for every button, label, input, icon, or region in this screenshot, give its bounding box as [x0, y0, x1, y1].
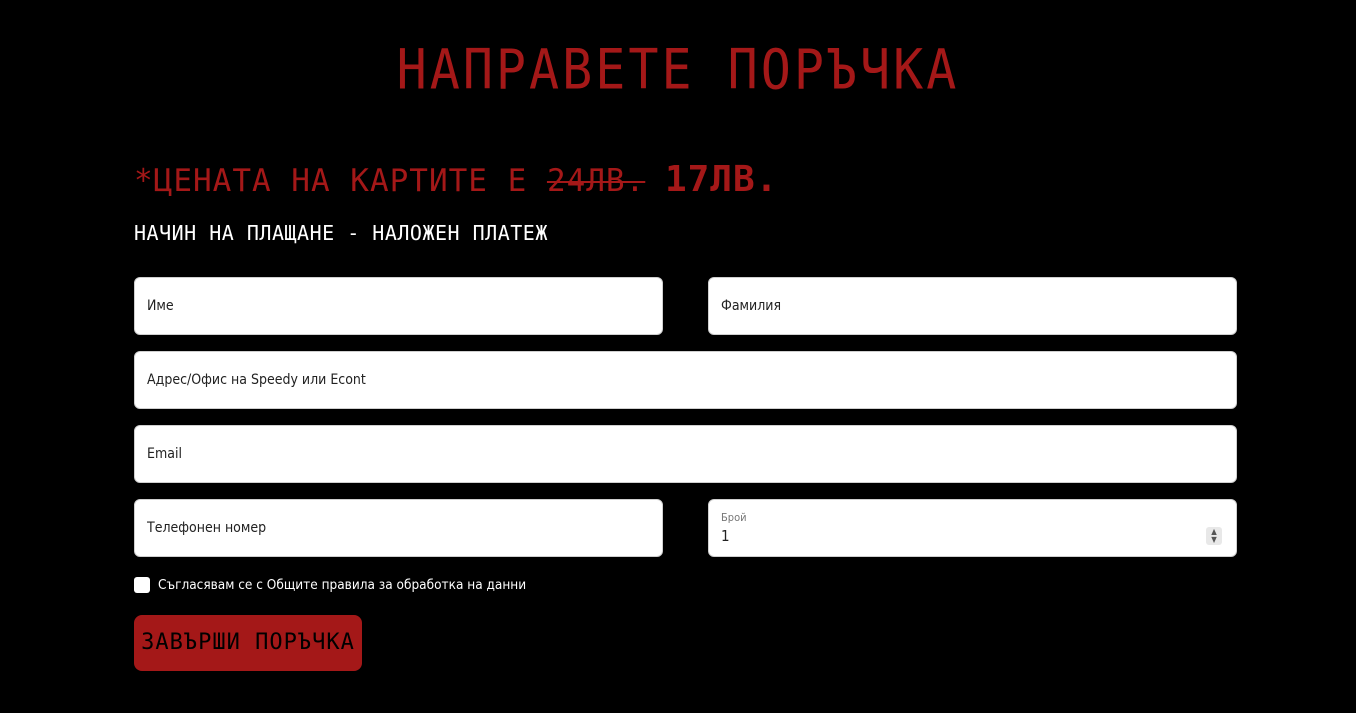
- quantity-stepper[interactable]: ▲ ▼: [1206, 527, 1222, 545]
- quantity-field[interactable]: Брой 1 ▲ ▼: [708, 499, 1237, 557]
- old-price: 24ЛВ.: [546, 163, 646, 199]
- phone-field: [134, 499, 663, 557]
- price-prefix: *ЦЕНАТА НА КАРТИТЕ Е: [134, 163, 547, 199]
- first-name-input[interactable]: [147, 278, 650, 334]
- payment-method: НАЧИН НА ПЛАЩАНЕ - НАЛОЖЕН ПЛАТЕЖ: [134, 221, 548, 245]
- last-name-input[interactable]: [721, 278, 1224, 334]
- page-title: НАПРАВЕТЕ ПОРЪЧКА: [396, 38, 960, 102]
- consent-row: Съгласявам се с Общите правила за обрабо…: [134, 577, 526, 593]
- last-name-field: [708, 277, 1237, 335]
- quantity-value[interactable]: 1: [721, 527, 730, 545]
- consent-checkbox[interactable]: [134, 577, 150, 593]
- address-field: [134, 351, 1237, 409]
- submit-order-button[interactable]: ЗАВЪРШИ ПОРЪЧКА: [134, 615, 362, 671]
- consent-label[interactable]: Съгласявам се с Общите правила за обрабо…: [158, 577, 526, 593]
- phone-input[interactable]: [147, 500, 650, 556]
- email-field: [134, 425, 1237, 483]
- quantity-label: Брой: [721, 511, 747, 524]
- new-price: 17ЛВ.: [664, 159, 779, 200]
- price-notice: *ЦЕНАТА НА КАРТИТЕ Е 24ЛВ. 17ЛВ.: [134, 158, 778, 203]
- email-input[interactable]: [147, 426, 1224, 482]
- first-name-field: [134, 277, 663, 335]
- chevron-down-icon[interactable]: ▼: [1206, 536, 1222, 544]
- address-input[interactable]: [147, 352, 1224, 408]
